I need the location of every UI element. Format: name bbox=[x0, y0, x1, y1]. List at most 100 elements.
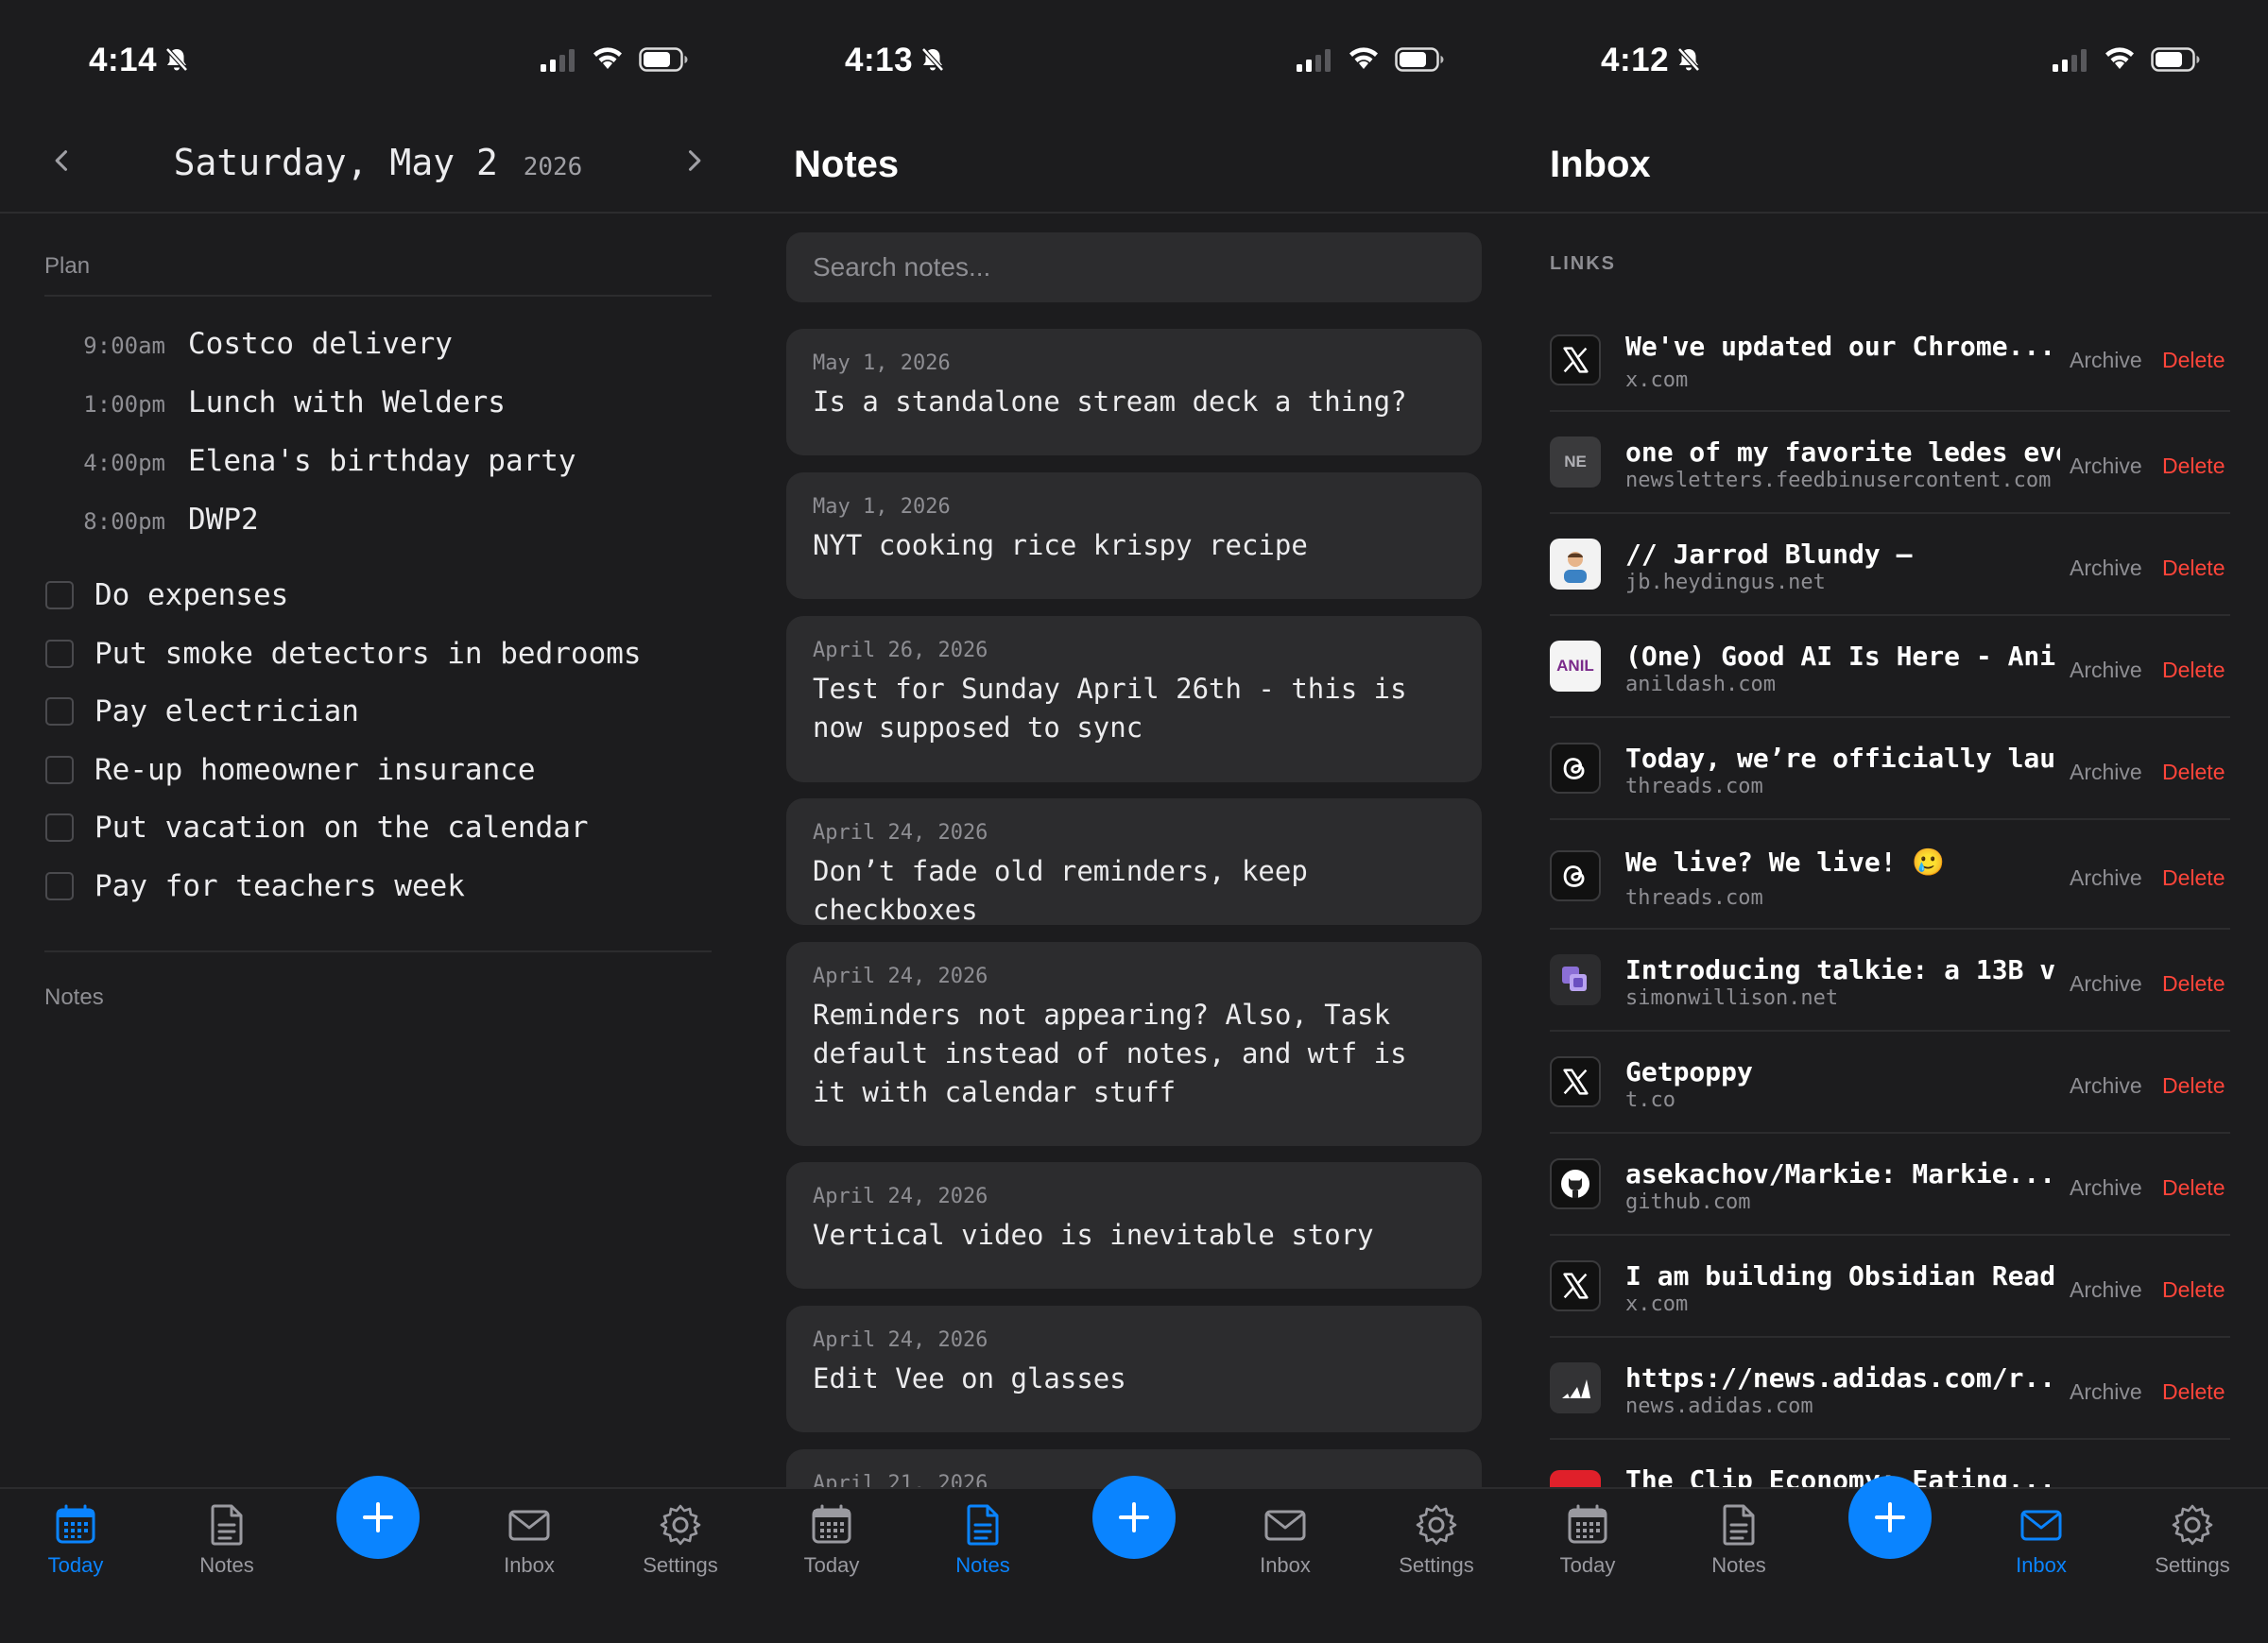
task-item[interactable]: Put vacation on the calendar bbox=[45, 811, 589, 845]
note-card[interactable]: April 26, 2026 Test for Sunday April 26t… bbox=[786, 616, 1482, 782]
tab-inbox[interactable]: Inbox bbox=[454, 1502, 605, 1578]
search-field[interactable] bbox=[786, 232, 1482, 302]
task-checkbox[interactable] bbox=[45, 756, 74, 784]
tab-notes[interactable]: Notes bbox=[1663, 1502, 1814, 1578]
note-card[interactable]: May 1, 2026 Is a standalone stream deck … bbox=[786, 329, 1482, 455]
archive-button[interactable]: Archive bbox=[2070, 1073, 2142, 1099]
tab-notes[interactable]: Notes bbox=[907, 1502, 1058, 1578]
note-card[interactable]: April 24, 2026 Edit Vee on glasses bbox=[786, 1306, 1482, 1432]
note-text: Is a standalone stream deck a thing? bbox=[813, 385, 1407, 418]
task-checkbox[interactable] bbox=[45, 581, 74, 609]
delete-button[interactable]: Delete bbox=[2162, 454, 2225, 479]
link-domain: anildash.com bbox=[1625, 673, 1776, 696]
tab-today[interactable]: Today bbox=[0, 1502, 151, 1578]
page-title: Notes bbox=[794, 144, 900, 185]
delete-button[interactable]: Delete bbox=[2162, 658, 2225, 683]
plan-item[interactable]: 9:00am Costco delivery bbox=[0, 327, 453, 372]
delete-button[interactable]: Delete bbox=[2162, 1073, 2225, 1099]
archive-button[interactable]: Archive bbox=[2070, 658, 2142, 683]
link-item[interactable]: // Jarrod Blundy — jb.heydingus.net Arch… bbox=[1550, 516, 2230, 616]
link-item[interactable]: Today, we’re officially laun... threads.… bbox=[1550, 720, 2230, 820]
silent-bell-icon bbox=[1675, 45, 1703, 74]
plan-item[interactable]: 4:00pm Elena's birthday party bbox=[0, 444, 576, 489]
task-item[interactable]: Re-up homeowner insurance bbox=[45, 753, 536, 787]
cellular-signal-icon bbox=[2053, 49, 2090, 72]
task-item[interactable]: Do expenses bbox=[45, 578, 288, 612]
ne-badge-icon: NE bbox=[1550, 436, 1601, 488]
calendar-icon bbox=[53, 1502, 98, 1548]
delete-button[interactable]: Delete bbox=[2162, 760, 2225, 785]
add-button[interactable] bbox=[336, 1476, 420, 1559]
task-text: Put vacation on the calendar bbox=[94, 811, 589, 845]
link-item[interactable]: https://news.adidas.com/r... news.adidas… bbox=[1550, 1340, 2230, 1440]
delete-button[interactable]: Delete bbox=[2162, 348, 2225, 373]
task-item[interactable]: Pay electrician bbox=[45, 694, 359, 728]
tab-settings[interactable]: Settings bbox=[2117, 1502, 2268, 1578]
link-title: Introducing talkie: a 13B vin... bbox=[1625, 954, 2056, 985]
link-title: I am building Obsidian Reade... bbox=[1625, 1260, 2056, 1292]
chevron-right-icon[interactable] bbox=[680, 147, 707, 174]
link-item[interactable]: I am building Obsidian Reade... x.com Ar… bbox=[1550, 1238, 2230, 1338]
status-time: 4:13 bbox=[845, 42, 914, 78]
link-item[interactable]: Getpoppy t.co Archive Delete bbox=[1550, 1034, 2230, 1134]
delete-button[interactable]: Delete bbox=[2162, 1175, 2225, 1201]
add-button[interactable] bbox=[1848, 1476, 1932, 1559]
link-item[interactable]: Introducing talkie: a 13B vin... simonwi… bbox=[1550, 932, 2230, 1032]
delete-button[interactable]: Delete bbox=[2162, 865, 2225, 891]
archive-button[interactable]: Archive bbox=[2070, 865, 2142, 891]
inbox-header: Inbox bbox=[1512, 123, 2268, 214]
task-checkbox[interactable] bbox=[45, 697, 74, 726]
tab-settings[interactable]: Settings bbox=[605, 1502, 756, 1578]
tab-inbox[interactable]: Inbox bbox=[1210, 1502, 1361, 1578]
plan-text: Elena's birthday party bbox=[188, 444, 576, 478]
task-checkbox[interactable] bbox=[45, 640, 74, 668]
link-domain: threads.com bbox=[1625, 886, 1763, 910]
task-item[interactable]: Put smoke detectors in bedrooms bbox=[45, 637, 642, 671]
gear-icon bbox=[1414, 1502, 1459, 1548]
link-item[interactable]: We've updated our Chrome... x.com Archiv… bbox=[1550, 312, 2230, 412]
archive-button[interactable]: Archive bbox=[2070, 760, 2142, 785]
tab-label: Today bbox=[1559, 1553, 1616, 1577]
note-date: May 1, 2026 bbox=[813, 351, 951, 375]
archive-button[interactable]: Archive bbox=[2070, 1277, 2142, 1303]
add-button[interactable] bbox=[1092, 1476, 1176, 1559]
tab-notes[interactable]: Notes bbox=[151, 1502, 302, 1578]
tab-today[interactable]: Today bbox=[756, 1502, 907, 1578]
github-logo-icon bbox=[1550, 1158, 1601, 1209]
archive-button[interactable]: Archive bbox=[2070, 971, 2142, 997]
task-checkbox[interactable] bbox=[45, 872, 74, 900]
link-item[interactable]: We live? We live! 🥲 threads.com Archive … bbox=[1550, 822, 2230, 930]
note-date: April 26, 2026 bbox=[813, 639, 988, 662]
archive-button[interactable]: Archive bbox=[2070, 1379, 2142, 1405]
delete-button[interactable]: Delete bbox=[2162, 1277, 2225, 1303]
tab-settings[interactable]: Settings bbox=[1361, 1502, 1512, 1578]
archive-button[interactable]: Archive bbox=[2070, 556, 2142, 581]
delete-button[interactable]: Delete bbox=[2162, 1379, 2225, 1405]
threads-logo-icon bbox=[1550, 743, 1601, 794]
search-input[interactable] bbox=[786, 232, 1482, 302]
tab-inbox[interactable]: Inbox bbox=[1966, 1502, 2117, 1578]
plan-item[interactable]: 8:00pm DWP2 bbox=[0, 503, 258, 548]
delete-button[interactable]: Delete bbox=[2162, 556, 2225, 581]
task-checkbox[interactable] bbox=[45, 813, 74, 842]
delete-button[interactable]: Delete bbox=[2162, 971, 2225, 997]
note-card[interactable]: April 24, 2026 Vertical video is inevita… bbox=[786, 1162, 1482, 1289]
archive-button[interactable]: Archive bbox=[2070, 454, 2142, 479]
tab-today[interactable]: Today bbox=[1512, 1502, 1663, 1578]
archive-button[interactable]: Archive bbox=[2070, 1175, 2142, 1201]
link-domain: t.co bbox=[1625, 1088, 1675, 1112]
link-item[interactable]: asekachov/Markie: Markie... github.com A… bbox=[1550, 1136, 2230, 1236]
adidas-logo-icon bbox=[1550, 1362, 1601, 1413]
task-item[interactable]: Pay for teachers week bbox=[45, 869, 465, 903]
note-card[interactable]: April 24, 2026 Don’t fade old reminders,… bbox=[786, 798, 1482, 926]
link-item[interactable]: NE one of my favorite ledes ever newslet… bbox=[1550, 414, 2230, 514]
link-title: (One) Good AI Is Here - Anil... bbox=[1625, 641, 2056, 672]
plan-item[interactable]: 1:00pm Lunch with Welders bbox=[0, 385, 506, 431]
archive-button[interactable]: Archive bbox=[2070, 348, 2142, 373]
link-item[interactable]: ANIL (One) Good AI Is Here - Anil... ani… bbox=[1550, 618, 2230, 718]
note-card[interactable]: April 24, 2026 Reminders not appearing? … bbox=[786, 942, 1482, 1146]
note-card[interactable]: May 1, 2026 NYT cooking rice krispy reci… bbox=[786, 472, 1482, 599]
battery-icon bbox=[2151, 47, 2200, 72]
link-title: asekachov/Markie: Markie... bbox=[1625, 1158, 2056, 1189]
calendar-icon bbox=[809, 1502, 854, 1548]
